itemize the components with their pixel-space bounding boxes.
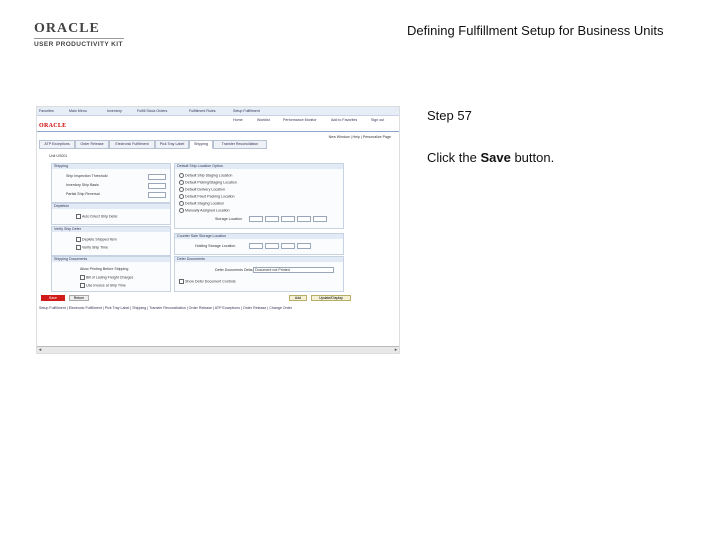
defer-documents-select[interactable]: Document not Printed — [253, 267, 334, 273]
defer-documents-panel: Defer Documents Defer Documents Default … — [174, 256, 344, 292]
holding-level1-input[interactable] — [265, 243, 279, 249]
top-navigation: Favorites Main Menu Inventory Fulfill St… — [37, 107, 399, 116]
radio-icon — [179, 194, 184, 199]
radio-icon — [179, 187, 184, 192]
shipping-panel: Shipping Ship Inspection Threshold Inven… — [51, 163, 171, 203]
radio-icon — [179, 208, 184, 213]
button-bar: Save Return Add Update/Display — [39, 295, 397, 303]
checkbox-icon — [76, 237, 81, 242]
shipping-documents-panel: Shipping Documents Allow Printing Before… — [51, 256, 171, 292]
radio-icon — [179, 173, 184, 178]
scroll-left-icon[interactable]: ◂ — [37, 347, 43, 353]
location-option[interactable]: Manually Assigned Location — [179, 208, 230, 213]
upk-logo: ORACLE USER PRODUCTIVITY KIT — [34, 22, 124, 48]
header-divider — [37, 131, 399, 132]
nav-fulfillment-rules[interactable]: Fulfillment Rules — [189, 109, 216, 113]
location-option[interactable]: Default Ship Staging Location — [179, 173, 232, 178]
tab-pick-tray-label[interactable]: Pick Tray Label — [155, 140, 189, 149]
help-bar[interactable]: New Window | Help | Personalize Page — [329, 135, 391, 139]
default-location-panel-title: Default Ship Location Option — [175, 164, 343, 169]
horizontal-scrollbar[interactable]: ◂ ▸ — [37, 346, 399, 353]
defer-option[interactable]: Show Defer Document Controls — [179, 279, 236, 284]
storage-area-input[interactable] — [249, 216, 263, 222]
storage-level1-input[interactable] — [265, 216, 279, 222]
ship-doc-option[interactable]: Allow Printing Before Shipping — [80, 267, 128, 271]
field-label: Ship Inspection Threshold — [66, 174, 108, 178]
tab-atp-exceptions[interactable]: ATP Exceptions — [39, 140, 75, 149]
tab-electronic-fulfillment[interactable]: Electronic Fulfillment — [109, 140, 155, 149]
add-button[interactable]: Add — [289, 295, 307, 301]
holding-area-input[interactable] — [249, 243, 263, 249]
tab-shipping[interactable]: Shipping — [189, 140, 213, 149]
location-option[interactable]: Default Fixed Packing Location — [179, 194, 235, 199]
depletion-panel-title: Depletion — [52, 204, 170, 209]
storage-level2-input[interactable] — [281, 216, 295, 222]
field-label: Inventory Ship Basis — [66, 183, 99, 187]
ship-basis-input[interactable] — [148, 183, 166, 189]
nav-fulfill-stock-orders[interactable]: Fulfill Stock Orders — [137, 109, 167, 113]
counter-sale-panel-title: Counter Sale Storage Location — [175, 234, 343, 239]
partial-ship-input[interactable] — [148, 192, 166, 198]
document-title: Defining Fulfillment Setup for Business … — [407, 23, 664, 38]
ship-doc-option[interactable]: Bill of Lading Freight Charges — [80, 275, 133, 280]
unit-label: Unit US001 — [49, 154, 68, 158]
instruction-text: Click the Save button. — [427, 150, 555, 165]
upk-logo-text: USER PRODUCTIVITY KIT — [34, 38, 124, 48]
checkbox-icon — [80, 283, 85, 288]
link-sign-out[interactable]: Sign out — [371, 118, 384, 122]
nav-setup-fulfillment[interactable]: Setup Fulfillment — [233, 109, 260, 113]
ship-inspection-input[interactable] — [148, 174, 166, 180]
verify-option[interactable]: Verify Ship Time — [76, 245, 108, 250]
checkbox-icon — [76, 245, 81, 250]
checkbox-icon — [76, 214, 81, 219]
storage-level4-input[interactable] — [313, 216, 327, 222]
app-oracle-logo: ORACLE — [39, 123, 67, 129]
link-worklist[interactable]: Worklist — [257, 118, 270, 122]
holding-level3-input[interactable] — [297, 243, 311, 249]
link-home[interactable]: Home — [233, 118, 243, 122]
tab-transfer-reconciliation[interactable]: Transfer Reconciliation — [213, 140, 267, 149]
counter-sale-panel: Counter Sale Storage Location Holding St… — [174, 233, 344, 255]
defer-documents-panel-title: Defer Documents — [175, 257, 343, 262]
field-label: Partial Ship Reversal — [66, 192, 100, 196]
verify-panel-title: Verify Ship Defer — [52, 227, 170, 232]
radio-icon — [179, 201, 184, 206]
storage-location-label: Storage Location — [215, 217, 243, 221]
ship-doc-option[interactable]: Use Invoice at Ship Time — [80, 283, 126, 288]
depletion-option[interactable]: Auto Direct Ship Defer — [76, 214, 118, 219]
location-option[interactable]: Default Delivery Location — [179, 187, 225, 192]
oracle-logo-text: ORACLE — [34, 21, 100, 36]
shipping-panel-title: Shipping — [52, 164, 170, 169]
radio-icon — [179, 180, 184, 185]
default-location-panel: Default Ship Location Option Default Shi… — [174, 163, 344, 229]
application-screenshot: Favorites Main Menu Inventory Fulfill St… — [36, 106, 400, 354]
holding-storage-label: Holding Storage Location — [195, 244, 236, 248]
checkbox-icon — [80, 275, 85, 280]
link-add-favorites[interactable]: Add to Favorites — [331, 118, 357, 122]
depletion-panel: Depletion Auto Direct Ship Defer — [51, 203, 171, 225]
update-display-button[interactable]: Update/Display — [311, 295, 351, 301]
page-footer-links[interactable]: Setup Fulfillment | Electronic Fulfillme… — [39, 306, 397, 310]
defer-select-label: Defer Documents Default — [215, 268, 256, 272]
verify-panel: Verify Ship Defer Deplete Shipped Item V… — [51, 226, 171, 256]
verify-option[interactable]: Deplete Shipped Item — [76, 237, 117, 242]
checkbox-icon — [179, 279, 184, 284]
holding-level2-input[interactable] — [281, 243, 295, 249]
save-button[interactable]: Save — [41, 295, 65, 301]
storage-level3-input[interactable] — [297, 216, 311, 222]
nav-main-menu[interactable]: Main Menu — [69, 109, 87, 113]
nav-inventory[interactable]: Inventory — [107, 109, 122, 113]
location-option[interactable]: Default Picking/Staging Location — [179, 180, 237, 185]
link-performance-monitor[interactable]: Performance Monitor — [283, 118, 317, 122]
shipping-documents-panel-title: Shipping Documents — [52, 257, 170, 262]
tab-order-release[interactable]: Order Release — [75, 140, 109, 149]
return-button[interactable]: Return — [69, 295, 89, 301]
location-option[interactable]: Default Staging Location — [179, 201, 224, 206]
step-label: Step 57 — [427, 108, 472, 123]
instruction-target: Save — [480, 150, 511, 165]
scroll-right-icon[interactable]: ▸ — [393, 347, 399, 353]
nav-favorites[interactable]: Favorites — [39, 109, 54, 113]
